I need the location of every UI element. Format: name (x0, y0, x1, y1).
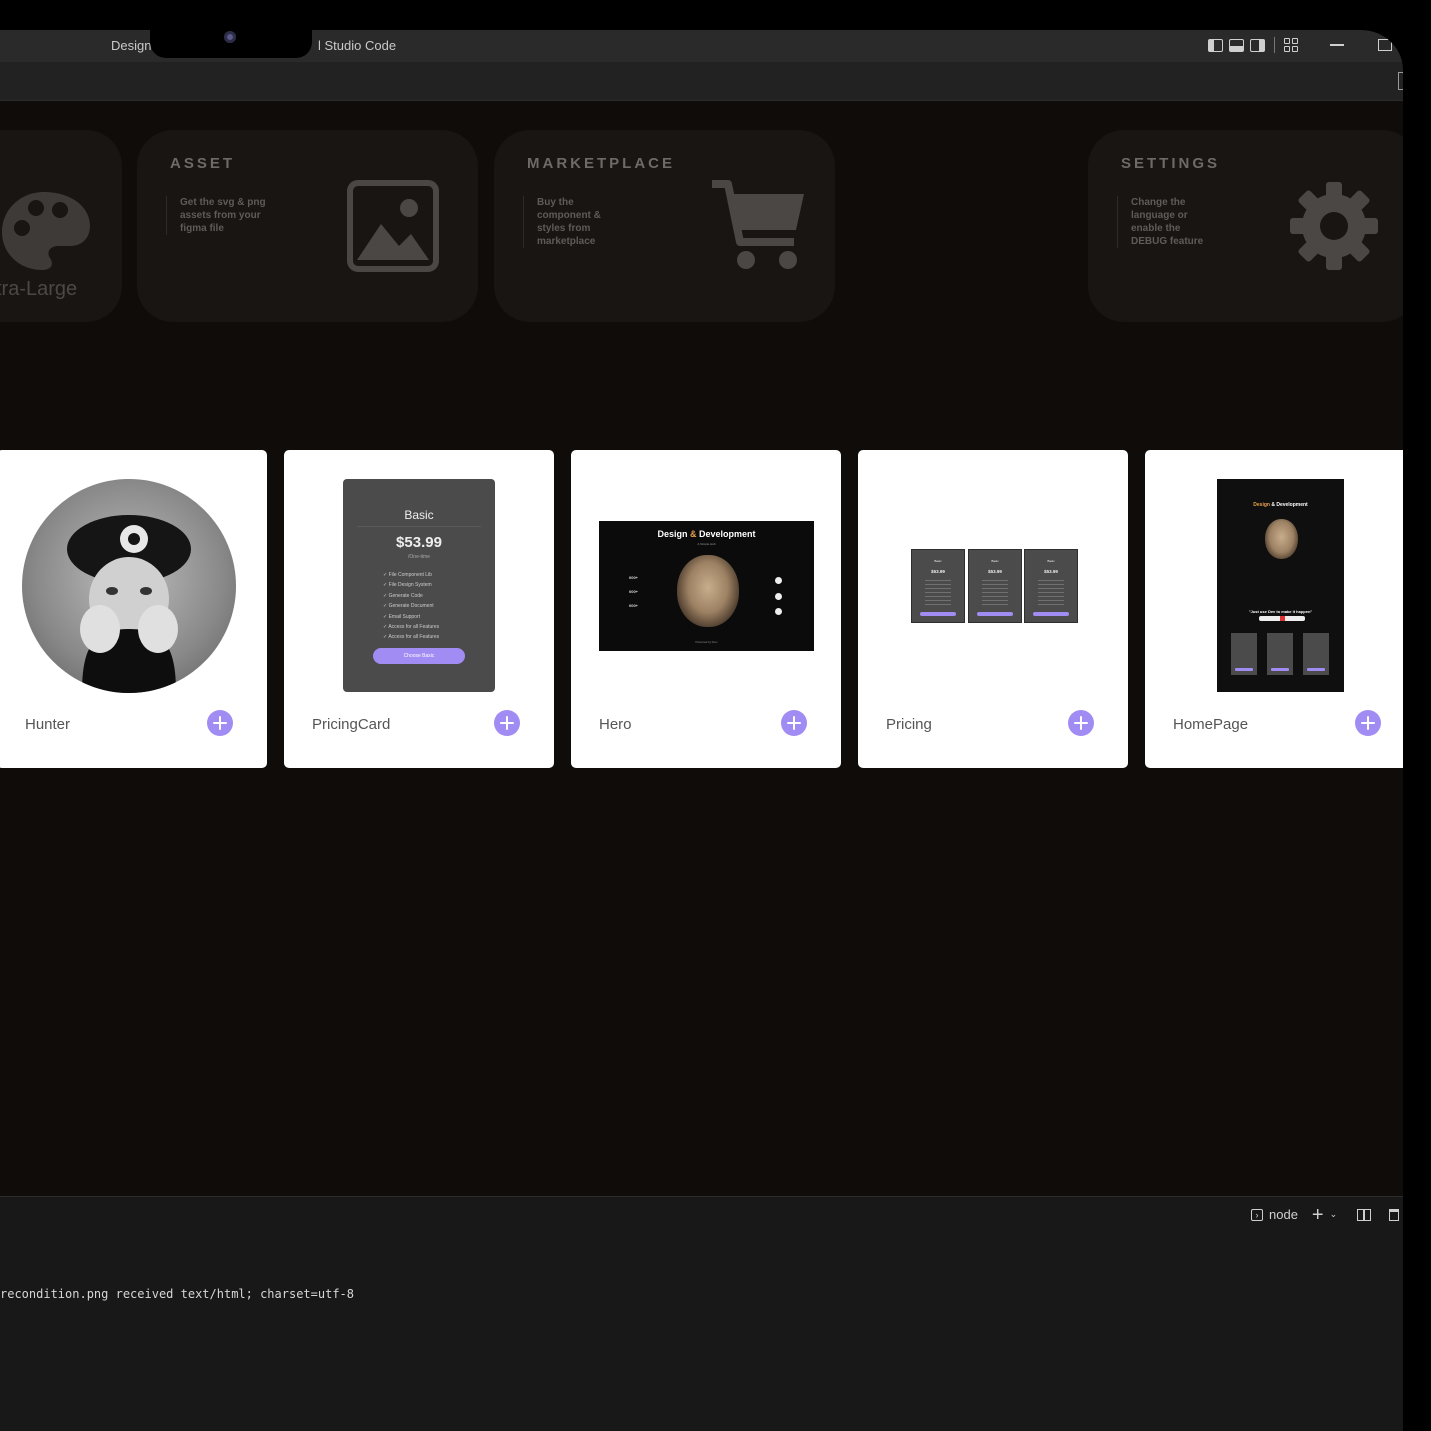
component-card-pricingcard[interactable]: Basic $53.99 /One-time ✓ File Component … (284, 450, 554, 768)
cart-icon (712, 180, 804, 269)
preview-pricing-card (1303, 633, 1329, 675)
component-name: Hero (599, 716, 632, 733)
feature-card-asset[interactable]: ASSET Get the svg & png assets from your… (137, 130, 478, 322)
card-title: ASSET (170, 155, 236, 172)
preview-social-icon (775, 593, 782, 600)
preview-feature-list: ✓ File Component Lib ✓ File Design Syste… (383, 570, 439, 643)
terminal-output-line: recondition.png received text/html; char… (0, 1287, 355, 1301)
preview-pricing-card (1267, 633, 1293, 675)
preview-period: /One-time (408, 554, 430, 560)
trash-icon[interactable] (1389, 1208, 1400, 1221)
feature-card-settings[interactable]: SETTINGS Change the language or enable t… (1088, 130, 1403, 322)
card-title: SETTINGS (1121, 155, 1221, 172)
add-component-button[interactable] (781, 710, 807, 736)
add-component-button[interactable] (1355, 710, 1381, 736)
feature-card-marketplace[interactable]: MARKETPLACE Buy the component & styles f… (494, 130, 835, 322)
window-title-right: l Studio Code (318, 38, 397, 53)
preview-title: Design & Development (1253, 502, 1308, 508)
add-component-button[interactable] (494, 710, 520, 736)
terminal-toolbar: › node + ⌄ (1251, 1205, 1400, 1225)
editor-tab-bar (0, 62, 1403, 101)
image-icon (347, 180, 439, 272)
card-description: Change the language or enable the DEBUG … (1117, 196, 1217, 248)
card-size-label: tra-Large (0, 278, 78, 300)
feature-card-extra-large[interactable]: tra-Large (0, 130, 122, 322)
pricing-preview-card: Basic $53.99 (1024, 549, 1078, 623)
camera-notch (150, 28, 312, 58)
preview-rock-image (1265, 519, 1298, 559)
terminal-panel: › node + ⌄ recondition.png received text… (0, 1196, 1403, 1431)
window-title-left: Design (111, 38, 152, 53)
editor-actions-icon[interactable] (1398, 72, 1403, 90)
component-name: Pricing (886, 716, 932, 733)
gear-icon (1290, 182, 1378, 270)
minimize-icon[interactable] (1330, 44, 1344, 46)
component-card-homepage[interactable]: Design & Development "Just use Dev to ma… (1145, 450, 1403, 768)
preview-stat: 000+ (629, 589, 639, 594)
preview-stat: 000+ (629, 603, 639, 608)
feature-item: ✓ Generate Code (383, 592, 423, 599)
component-name: PricingCard (312, 716, 391, 733)
component-name: Hunter (25, 716, 71, 733)
feature-item: ✓ Email Support (383, 613, 420, 620)
hero-preview: Design & Development A Simple Hub 000+ 0… (599, 521, 814, 651)
feature-item: ✓ Generate Document (383, 603, 434, 610)
separator (1274, 37, 1275, 53)
toggle-secondary-sidebar-icon[interactable] (1250, 38, 1265, 52)
feature-item: ✓ Access for all Features (383, 634, 440, 641)
feature-item: ✓ Access for all Features (383, 624, 440, 631)
divider (357, 526, 481, 527)
pricing-preview-card: Basic $53.99 (968, 549, 1022, 623)
palette-icon (2, 192, 90, 270)
card-title: MARKETPLACE (527, 155, 675, 172)
maximize-icon[interactable] (1378, 39, 1392, 51)
camera-icon (224, 31, 236, 43)
preview-price: $53.99 (396, 534, 442, 551)
toggle-panel-icon[interactable] (1229, 38, 1244, 52)
preview-stat: 000+ (629, 575, 639, 580)
chevron-down-icon[interactable]: ⌄ (1330, 1209, 1338, 1220)
preview-pricing-card (1231, 633, 1257, 675)
customize-layout-icon[interactable] (1284, 38, 1298, 52)
new-terminal-icon[interactable]: + (1312, 1205, 1324, 1225)
homepage-preview: Design & Development "Just use Dev to ma… (1217, 479, 1344, 692)
portrait-image (67, 515, 191, 693)
card-description: Get the svg & png assets from your figma… (166, 196, 270, 235)
terminal-shell-label[interactable]: node (1269, 1207, 1298, 1222)
component-card-hunter[interactable]: Hunter (0, 450, 267, 768)
component-card-pricing[interactable]: Basic $53.99 Basic $53.99 Basic $53.99 Pric… (858, 450, 1128, 768)
component-name: HomePage (1173, 716, 1249, 733)
avatar (22, 479, 236, 693)
add-component-button[interactable] (1068, 710, 1094, 736)
preview-title: Design & Development (657, 529, 756, 539)
feature-item: ✓ File Design System (383, 582, 432, 589)
preview-quote: "Just use Dev to make it happen" (1248, 609, 1313, 614)
preview-footer: Powered by Dev (695, 640, 718, 644)
pricing-preview-card: Basic $53.99 (911, 549, 965, 623)
preview-choose-button: Choose Basic (373, 648, 465, 664)
preview-social-icon (775, 608, 782, 615)
preview-plan-name: Basic (404, 508, 434, 522)
preview-rock-image (677, 555, 739, 627)
preview-player-bar (1259, 616, 1305, 621)
window-controls (1208, 37, 1392, 53)
preview-subtitle: A Simple Hub (697, 542, 716, 546)
vscode-window: Design l Studio Code tra-Large ASSET Get… (0, 30, 1403, 1431)
preview-social-icon (775, 577, 782, 584)
add-component-button[interactable] (207, 710, 233, 736)
split-terminal-icon[interactable] (1357, 1208, 1372, 1221)
feature-item: ✓ File Component Lib (383, 572, 432, 578)
pricing-card-preview: Basic $53.99 /One-time ✓ File Component … (343, 479, 495, 692)
component-card-hero[interactable]: Design & Development A Simple Hub 000+ 0… (571, 450, 841, 768)
tablet-device: Design l Studio Code tra-Large ASSET Get… (0, 0, 1431, 1431)
card-description: Buy the component & styles from marketpl… (523, 196, 627, 248)
terminal-icon: › (1251, 1208, 1263, 1221)
toggle-primary-sidebar-icon[interactable] (1208, 38, 1223, 52)
